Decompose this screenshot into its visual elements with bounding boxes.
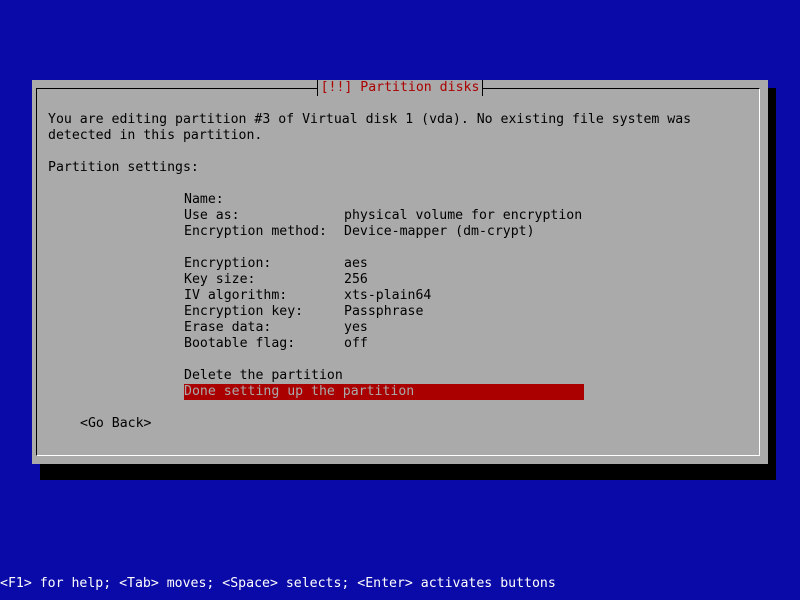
option-label: Done setting up the partition [184, 384, 415, 399]
partition-dialog: [!!] Partition disks You are editing par… [32, 80, 768, 464]
dialog-title: [!!] Partition disks [316, 80, 484, 96]
setting-label: IV algorithm: [184, 288, 288, 303]
setting-label: Key size: [184, 272, 256, 287]
setting-label: Encryption method: [184, 224, 327, 239]
setting-row-encryption[interactable]: Encryption: aes [184, 256, 584, 272]
setting-value: Passphrase [344, 304, 424, 319]
setting-value: aes [344, 256, 368, 271]
option-label: Delete the partition [184, 368, 343, 383]
go-back-button[interactable]: <Go Back> [80, 416, 151, 432]
setting-value: physical volume for encryption [344, 208, 583, 223]
setting-label: Name: [184, 192, 224, 207]
setting-label: Encryption key: [184, 304, 304, 319]
done-setting-up-option[interactable]: Done setting up the partition [184, 384, 584, 400]
intro-text-line-2: detected in this partition. [48, 128, 263, 143]
dialog-title-bar: [!!] Partition disks [32, 80, 768, 96]
settings-heading: Partition settings: [48, 160, 199, 175]
setting-value: xts-plain64 [344, 288, 432, 303]
setting-row-key-size[interactable]: Key size: 256 [184, 272, 584, 288]
help-status-bar: <F1> for help; <Tab> moves; <Space> sele… [0, 576, 800, 592]
setting-row-use-as[interactable]: Use as: physical volume for encryption [184, 208, 584, 224]
setting-row-encryption-key[interactable]: Encryption key: Passphrase [184, 304, 584, 320]
setting-row-encryption-method[interactable]: Encryption method: Device-mapper (dm-cry… [184, 224, 584, 240]
setting-row-iv-algorithm[interactable]: IV algorithm: xts-plain64 [184, 288, 584, 304]
delete-partition-option[interactable]: Delete the partition [184, 368, 584, 384]
setting-label: Encryption: [184, 256, 272, 271]
setting-value: Device-mapper (dm-crypt) [344, 224, 535, 239]
setting-label: Bootable flag: [184, 336, 296, 351]
setting-row-bootable-flag[interactable]: Bootable flag: off [184, 336, 584, 352]
setting-row-erase-data[interactable]: Erase data: yes [184, 320, 584, 336]
setting-value: 256 [344, 272, 368, 287]
setting-value: yes [344, 320, 368, 335]
setting-row-name[interactable]: Name: [184, 192, 584, 208]
setting-value: off [344, 336, 368, 351]
intro-text-line-1: You are editing partition #3 of Virtual … [48, 112, 692, 127]
setting-label: Erase data: [184, 320, 272, 335]
installer-screen: [!!] Partition disks You are editing par… [0, 0, 800, 600]
setting-label: Use as: [184, 208, 240, 223]
